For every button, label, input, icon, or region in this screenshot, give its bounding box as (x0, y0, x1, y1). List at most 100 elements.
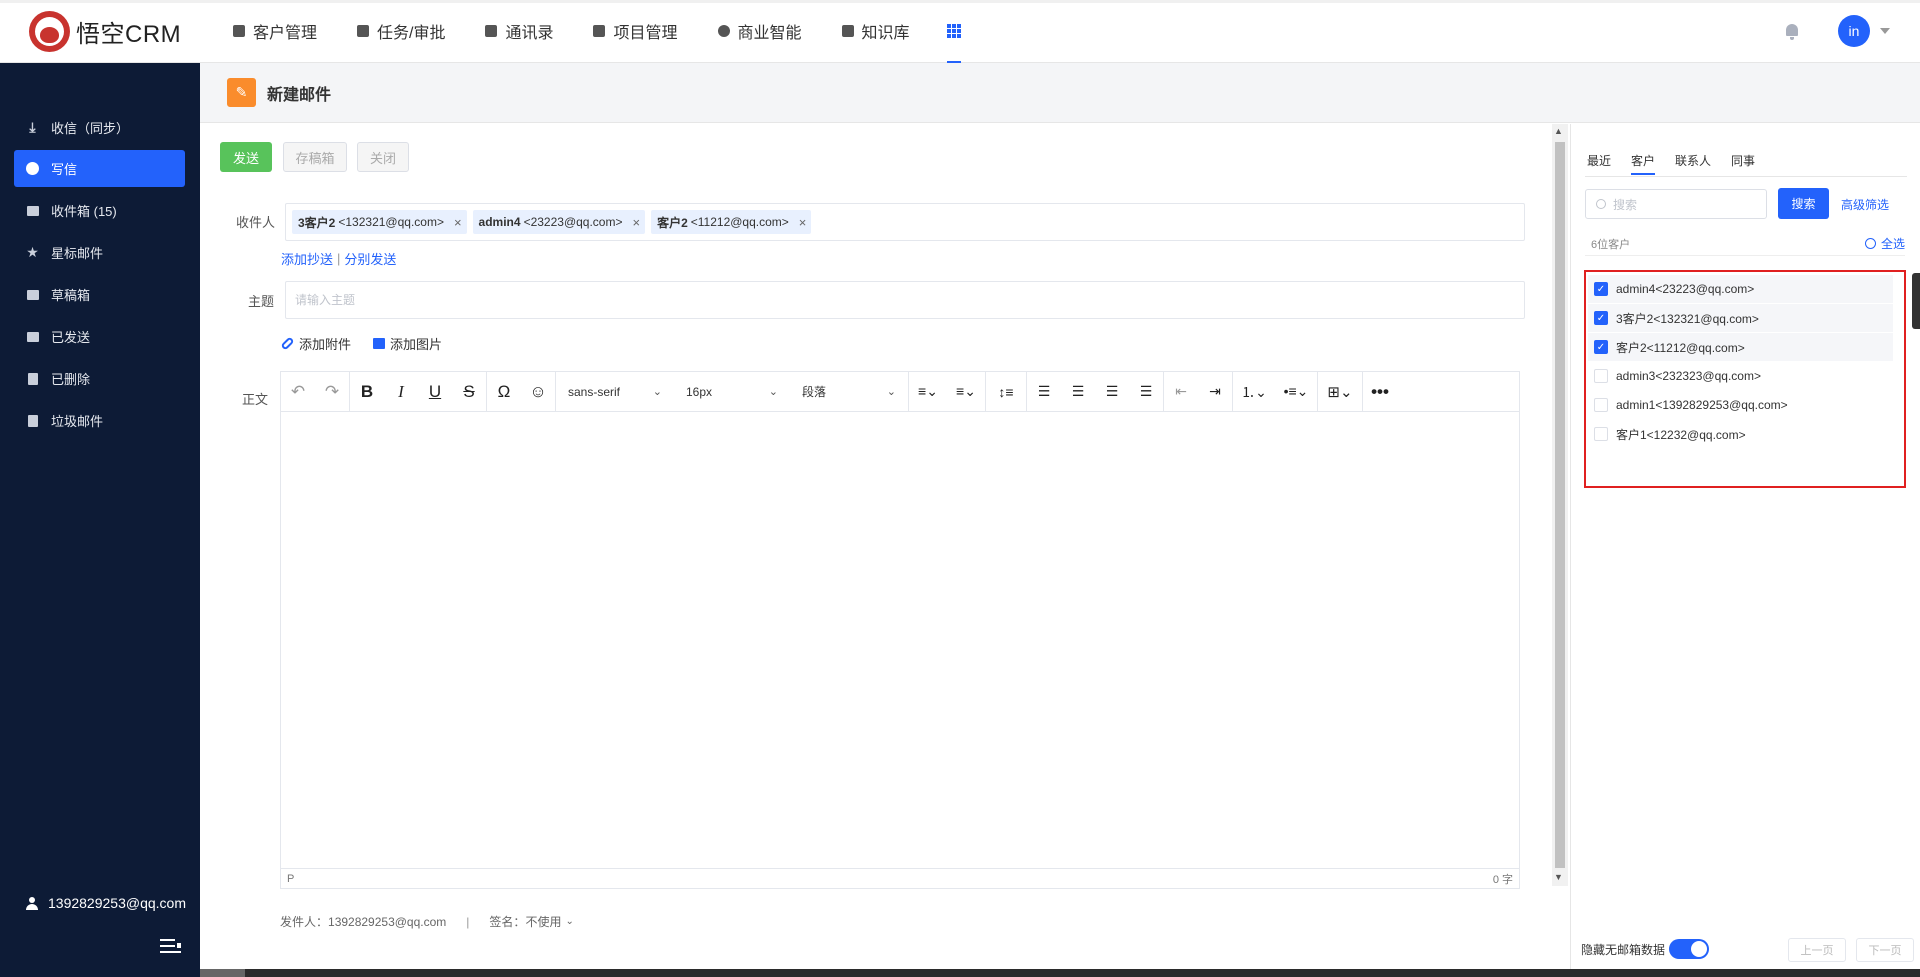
bell-icon[interactable] (1784, 23, 1800, 40)
tab-customers[interactable]: 客户 (1631, 152, 1656, 175)
scroll-up-icon[interactable]: ▲ (1554, 126, 1563, 136)
chevron-down-icon: ⌄ (652, 386, 662, 398)
checkbox[interactable] (1594, 369, 1608, 383)
edit-icon: ✎ (227, 78, 256, 107)
align-justify-icon[interactable]: ☰ (1129, 372, 1163, 412)
align-left-icon[interactable]: ☰ (1027, 372, 1061, 412)
avatar[interactable]: in (1838, 15, 1870, 47)
recipient-name: admin4 (478, 215, 521, 229)
checkbox[interactable]: ✓ (1594, 282, 1608, 296)
checkbox[interactable] (1594, 398, 1608, 412)
block-format-select[interactable]: 段落 ⌄ (790, 372, 908, 412)
underline-icon[interactable]: U (418, 372, 452, 412)
remove-recipient-icon[interactable]: × (632, 215, 640, 230)
signature-select[interactable]: 不使用 (525, 913, 561, 930)
numbered-list-icon[interactable]: ⒈⌄ (1233, 372, 1275, 412)
select-all-button[interactable]: 全选 (1864, 235, 1905, 252)
contact-search-input[interactable]: 搜索 (1585, 189, 1767, 219)
current-user: 1392829253@qq.com (26, 895, 186, 911)
main-nav: 客户管理 任务/审批 通讯录 项目管理 商业智能 知识库 (213, 0, 978, 63)
italic-icon[interactable]: I (384, 372, 418, 412)
save-draft-button[interactable]: 存稿箱 (283, 142, 347, 172)
align-center-icon[interactable]: ☰ (1061, 372, 1095, 412)
remove-recipient-icon[interactable]: × (454, 215, 462, 230)
logo[interactable]: 悟空CRM (29, 10, 209, 52)
add-attachment-link[interactable]: 添加附件 (299, 334, 351, 353)
sidebar-item-label: 星标邮件 (51, 246, 104, 261)
outdent-icon[interactable]: ⇤ (1164, 372, 1198, 412)
compose-scrollbar[interactable]: ▲ ▼ (1552, 124, 1568, 886)
cc-links: 添加抄送 | 分别发送 (281, 249, 397, 268)
tab-colleagues[interactable]: 同事 (1731, 152, 1755, 175)
tab-contacts[interactable]: 联系人 (1675, 152, 1711, 175)
list-item[interactable]: ✓ admin4<23223@qq.com> (1588, 275, 1893, 303)
sender-row: 发件人： 1392829253@qq.com | 签名： 不使用 ⌄ (280, 913, 574, 930)
nav-business-intelligence[interactable]: 商业智能 (698, 0, 822, 63)
chevron-down-icon[interactable] (1880, 28, 1890, 34)
list-item[interactable]: 客户1<12232@qq.com> (1588, 420, 1893, 448)
remove-recipient-icon[interactable]: × (799, 215, 807, 230)
indent-icon[interactable]: ⇥ (1198, 372, 1232, 412)
close-button[interactable]: 关闭 (357, 142, 409, 172)
star-icon: ★ (26, 244, 39, 260)
prev-page-button[interactable]: 上一页 (1788, 938, 1846, 962)
advanced-filter-link[interactable]: 高级筛选 (1841, 196, 1889, 213)
align-middle-icon[interactable]: ≡⌄ (947, 372, 985, 412)
horizontal-scrollbar[interactable] (200, 969, 1920, 977)
nav-projects[interactable]: 项目管理 (573, 0, 697, 63)
nav-apps-grid[interactable] (930, 0, 978, 63)
emoji-icon[interactable]: ☺ (521, 372, 555, 412)
next-page-button[interactable]: 下一页 (1856, 938, 1914, 962)
chevron-down-icon[interactable]: ⌄ (565, 916, 573, 927)
checkbox[interactable]: ✓ (1594, 340, 1608, 354)
nav-customer-management[interactable]: 客户管理 (213, 0, 337, 63)
sidebar-item-starred[interactable]: ★ 星标邮件 (14, 234, 185, 271)
paperclip-icon (280, 336, 295, 351)
search-button[interactable]: 搜索 (1778, 188, 1829, 219)
sidebar-item-compose[interactable]: 写信 (14, 150, 185, 187)
add-image-link[interactable]: 添加图片 (390, 334, 442, 353)
checkbox[interactable] (1594, 427, 1608, 441)
logo-text: 悟空CRM (76, 20, 182, 48)
font-family-select[interactable]: sans-serif ⌄ (556, 372, 674, 412)
sidebar-item-drafts[interactable]: 草稿箱 (14, 276, 185, 313)
list-item[interactable]: ✓ 客户2<11212@qq.com> (1588, 333, 1893, 361)
list-item[interactable]: admin1<1392829253@qq.com> (1588, 391, 1893, 419)
sidebar-item-inbox[interactable]: 收件箱 (15) (14, 192, 185, 229)
bullet-list-icon[interactable]: •≡⌄ (1275, 372, 1317, 412)
editor-body[interactable] (281, 412, 1519, 868)
undo-icon[interactable]: ↶ (281, 372, 315, 412)
send-button[interactable]: 发送 (220, 142, 272, 172)
nav-tasks-approval[interactable]: 任务/审批 (337, 0, 465, 63)
list-item[interactable]: ✓ 3客户2<132321@qq.com> (1588, 304, 1893, 332)
align-right-icon[interactable]: ☰ (1095, 372, 1129, 412)
line-height-icon[interactable]: ↕≡ (986, 372, 1026, 412)
separate-send-link[interactable]: 分别发送 (344, 249, 396, 268)
sidebar-item-spam[interactable]: 垃圾邮件 (14, 402, 185, 439)
result-count-bar: 6位客户 全选 (1585, 232, 1905, 256)
table-icon[interactable]: ⊞⌄ (1318, 372, 1362, 412)
add-cc-link[interactable]: 添加抄送 (281, 249, 333, 268)
font-size-select[interactable]: 16px ⌄ (674, 372, 790, 412)
more-icon[interactable]: ••• (1363, 372, 1397, 412)
sidebar-item-sent[interactable]: 已发送 (14, 318, 185, 355)
user-email: 1392829253@qq.com (48, 895, 186, 911)
collapse-sidebar-icon[interactable] (160, 939, 181, 953)
bold-icon[interactable]: B (350, 372, 384, 412)
nav-contacts[interactable]: 通讯录 (465, 0, 573, 63)
tab-recent[interactable]: 最近 (1587, 152, 1611, 175)
panel-drag-handle[interactable] (1912, 273, 1920, 329)
align-top-icon[interactable]: ≡⌄ (909, 372, 947, 412)
checkbox[interactable]: ✓ (1594, 311, 1608, 325)
strikethrough-icon[interactable]: S (452, 372, 486, 412)
scroll-down-icon[interactable]: ▼ (1554, 872, 1563, 882)
hide-no-email-toggle[interactable] (1669, 939, 1710, 959)
sidebar-item-receive-sync[interactable]: ⤓ 收信（同步） (14, 109, 185, 146)
list-item[interactable]: admin3<232323@qq.com> (1588, 362, 1893, 390)
special-char-icon[interactable]: Ω (487, 372, 521, 412)
redo-icon[interactable]: ↷ (315, 372, 349, 412)
nav-knowledge-base[interactable]: 知识库 (822, 0, 930, 63)
recipient-field[interactable]: 3客户2 <132321@qq.com> × admin4 <23223@qq.com… (285, 203, 1525, 241)
sidebar-item-deleted[interactable]: 已删除 (14, 360, 185, 397)
subject-input[interactable] (286, 282, 1524, 318)
